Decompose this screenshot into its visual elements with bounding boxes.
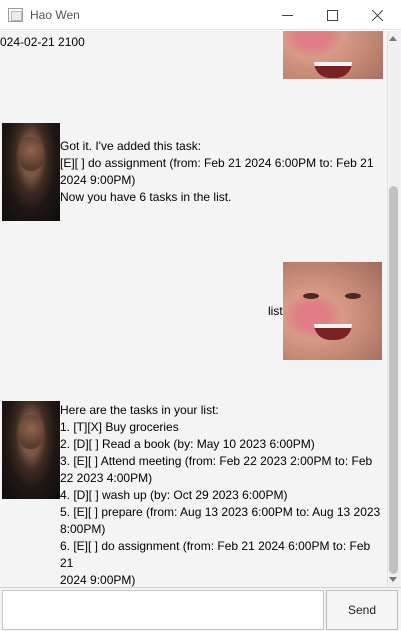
message-line: Here are the tasks in your list: [60, 403, 219, 417]
close-icon [372, 9, 384, 21]
minimize-icon [281, 14, 293, 16]
user-avatar [283, 262, 382, 360]
chat-scroll-pane[interactable]: 024-02-21 2100 Got it. I've added this t… [0, 31, 401, 587]
title-bar: Hao Wen [0, 0, 401, 30]
maximize-button[interactable] [309, 0, 355, 30]
message-line: Got it. I've added this task: [60, 139, 202, 153]
scroll-down-icon[interactable] [389, 577, 397, 582]
duke-avatar [2, 123, 60, 221]
window-title: Hao Wen [30, 8, 80, 22]
user-mouth-icon [314, 62, 352, 78]
message-line: [E][ ] do assignment (from: Feb 21 2024 … [60, 156, 374, 170]
send-button[interactable]: Send [326, 590, 398, 630]
app-window-icon [8, 8, 23, 22]
message-line: 2. [D][ ] Read a book (by: May 10 2023 6… [60, 437, 315, 451]
message-line: Now you have 6 tasks in the list. [60, 190, 232, 204]
message-line: 1. [T][X] Buy groceries [60, 420, 179, 434]
left-eye-icon [303, 293, 319, 299]
message-input[interactable] [2, 590, 324, 630]
message-line: 2024 9:00PM) [60, 573, 136, 587]
scrollbar-thumb[interactable] [389, 186, 398, 574]
duke-avatar [2, 401, 60, 499]
message-line: 3. [E][ ] Attend meeting (from: Feb 22 2… [60, 454, 373, 468]
maximize-icon [326, 9, 338, 21]
message-line: 4. [D][ ] wash up (by: Oct 29 2023 6:00P… [60, 488, 288, 502]
message-line: 6. [E][ ] do assignment (from: Feb 21 20… [60, 539, 371, 570]
duke-message-1: Got it. I've added this task: [E][ ] do … [60, 138, 385, 206]
partial-message-text: 024-02-21 2100 [0, 35, 85, 49]
message-line: 5. [E][ ] prepare (from: Aug 13 2023 6:0… [60, 505, 381, 519]
right-eye-icon [345, 293, 361, 299]
scroll-up-icon[interactable] [389, 36, 397, 41]
user-message-list: list [268, 304, 283, 318]
message-line: 22 2023 4:00PM) [60, 471, 153, 485]
duke-message-2: Here are the tasks in your list: 1. [T][… [60, 402, 385, 587]
user-avatar-top [283, 31, 383, 79]
message-line: 8:00PM) [60, 522, 106, 536]
mouth-icon [314, 324, 352, 340]
minimize-button[interactable] [264, 0, 310, 30]
message-line: 2024 9:00PM) [60, 173, 136, 187]
close-button[interactable] [355, 0, 401, 30]
input-bar: Send [0, 587, 401, 631]
